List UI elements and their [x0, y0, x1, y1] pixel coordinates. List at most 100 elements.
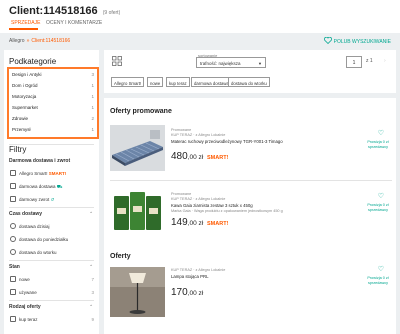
subcategory-count: 1 — [91, 94, 94, 99]
delivery-today-label: dostawa dzisiaj — [19, 224, 50, 229]
breadcrumb-root[interactable]: Allegro — [9, 38, 25, 44]
heart-icon[interactable]: ♡ — [378, 129, 384, 137]
promoted-label: Promowane — [171, 192, 192, 196]
truck-icon: ⛟ — [56, 184, 63, 189]
promoted-offers-section: Oferty promowane Promowane KUP TERAZ · z… — [104, 98, 396, 248]
subcategory-count: 1 — [91, 83, 94, 88]
condition-new-count: 7 — [91, 277, 94, 282]
free-delivery-label: darmowa dostawa ⛟ — [19, 184, 63, 189]
delivery-tuesday-label: dostawa do wtorku — [19, 250, 57, 255]
condition-used-count: 3 — [91, 290, 94, 295]
product-title[interactable]: Lampa stojąca PRL — [171, 274, 209, 279]
filters-sidebar: Podkategorie Design i Antyki 3 Dom i Ogró… — [4, 50, 99, 334]
divider — [110, 180, 392, 181]
free-return-checkbox[interactable] — [10, 196, 16, 202]
seller-name: Client:114518166 — [9, 5, 98, 17]
allegro-smart-label: Allegro Smart! SMART! — [19, 171, 67, 176]
page-title: Client:114518166 (9 ofert) — [9, 5, 120, 17]
tab-selling[interactable]: SPRZEDAJE — [11, 20, 40, 26]
grid-view-icon[interactable] — [112, 56, 122, 66]
subcategory-list: Design i Antyki 3 Dom i Ogród 1 Motoryzacj… — [7, 67, 99, 139]
filter-chip-tuesday[interactable]: dostawa do wtorku — [228, 77, 270, 87]
subcategory-count: 1 — [91, 105, 94, 110]
subcategory-home-garden[interactable]: Dom i Ogród — [12, 83, 38, 88]
promoted-section-title: Oferty promowane — [110, 108, 172, 115]
breadcrumb: Allegro» Client:114518166 — [9, 38, 70, 44]
delivery-monday-label: dostawa do poniedziałku — [19, 237, 69, 242]
condition-new-label: nowe — [19, 277, 30, 282]
condition-title: Stan — [9, 264, 20, 270]
filters-title: Filtry — [9, 145, 27, 154]
subcategory-count: 3 — [91, 72, 94, 77]
next-page-button[interactable]: › — [384, 58, 386, 64]
allegro-smart-checkbox[interactable] — [10, 170, 16, 176]
product-price: 480,00 zł — [171, 151, 204, 162]
smart-badge: SMART! — [48, 171, 67, 176]
buy-now-checkbox[interactable] — [10, 316, 16, 322]
heart-icon[interactable]: ♡ — [378, 265, 384, 273]
zero-commission-badge: Prowizja 0 zł sprzedawcy — [367, 203, 389, 212]
product-title[interactable]: Kawa Gaia ziarnista zestaw 3 sztuk x 450… — [171, 203, 253, 208]
product-price: 170,00 zł — [171, 287, 204, 298]
return-icon: ↺ — [50, 197, 55, 202]
follow-search-button[interactable]: POLUB WYSZUKIWANIE — [323, 36, 391, 46]
promoted-label: Promowane — [171, 128, 192, 132]
chevron-up-icon[interactable]: ⌃ — [89, 264, 93, 270]
filter-chip-smart[interactable]: Allegro Smart! — [111, 77, 145, 87]
delivery-monday-radio[interactable] — [10, 236, 16, 242]
subcategory-supermarket[interactable]: Supermarket — [12, 105, 38, 110]
subcategory-health[interactable]: Zdrowie — [12, 116, 28, 121]
product-title[interactable]: Materac ruchowy przeciwodleżynowy TGR-Y0… — [171, 139, 283, 144]
sort-value: trafność: największa — [200, 61, 241, 66]
buy-now-count: 9 — [91, 317, 94, 322]
divider — [9, 260, 94, 261]
product-attributes: Marka Gaia · Waga produktu z opakowaniem… — [171, 209, 283, 213]
delivery-today-radio[interactable] — [10, 223, 16, 229]
condition-new-checkbox[interactable] — [10, 276, 16, 282]
free-delivery-checkbox[interactable] — [10, 183, 16, 189]
offers-section: Oferty KUP TERAZ · z Allegro Lokalnie La… — [104, 247, 396, 334]
filter-chip-buy-now[interactable]: kup teraz — [166, 77, 190, 87]
zero-commission-badge: Prowizja 0 zł sprzedawcy — [367, 276, 389, 285]
chevron-up-icon[interactable]: ⌃ — [89, 211, 93, 217]
page-input[interactable]: 1 — [346, 56, 362, 68]
offers-section-title: Oferty — [110, 253, 131, 260]
subcategory-industry[interactable]: Przemysł — [12, 127, 31, 132]
smart-badge: SMART! — [207, 155, 229, 161]
delivery-tuesday-radio[interactable] — [10, 249, 16, 255]
smart-badge: SMART! — [207, 221, 229, 227]
product-image-lamp[interactable] — [110, 267, 165, 317]
chevron-down-icon: ▼ — [258, 61, 262, 66]
offer-type-title: Rodzaj oferty — [9, 304, 41, 310]
chevron-up-icon[interactable]: ⌃ — [89, 304, 93, 310]
listing-main: sortowanie trafność: największa ▼ 1 z 1 … — [104, 50, 396, 334]
divider — [9, 207, 94, 208]
seller-header: Client:114518166 (9 ofert) SPRZEDAJE OCE… — [0, 0, 400, 33]
seller-info: KUP TERAZ · z Allegro Lokalnie — [171, 133, 226, 137]
product-image-mattress[interactable] — [110, 125, 165, 171]
subcategory-design[interactable]: Design i Antyki — [12, 72, 42, 77]
subcategories-title: Podkategorie — [9, 57, 57, 66]
condition-used-label: używane — [19, 290, 37, 295]
subcategory-count: 2 — [91, 116, 94, 121]
heart-icon[interactable]: ♡ — [378, 192, 384, 200]
product-price: 149,00 zł — [171, 217, 204, 228]
delivery-time-title: Czas dostawy — [9, 211, 43, 217]
condition-used-checkbox[interactable] — [10, 289, 16, 295]
follow-label: POLUB WYSZUKIWANIE — [333, 38, 391, 45]
subcategory-count: 1 — [91, 127, 94, 132]
heart-icon — [323, 36, 332, 46]
seller-info: KUP TERAZ · z Allegro Lokalnie — [171, 197, 226, 201]
free-delivery-title: Darmowa dostawa i zwrot — [9, 158, 71, 164]
subcategory-automotive[interactable]: Motoryzacja — [12, 94, 36, 99]
tab-ratings[interactable]: OCENY I KOMENTARZE — [46, 20, 102, 26]
zero-commission-badge: Prowizja 0 zł sprzedawcy — [367, 140, 389, 149]
offer-count: (9 ofert) — [102, 10, 121, 16]
breadcrumb-current[interactable]: Client:114518166 — [31, 38, 70, 44]
filter-chip-new[interactable]: nowe — [147, 77, 164, 87]
breadcrumb-separator: » — [26, 38, 30, 44]
sort-select[interactable]: trafność: największa ▼ — [196, 57, 266, 68]
product-image-coffee[interactable] — [110, 188, 165, 234]
filter-chip-free-delivery[interactable]: darmowa dostawa — [191, 77, 232, 87]
listing-toolbar: sortowanie trafność: największa ▼ 1 z 1 … — [104, 50, 396, 93]
